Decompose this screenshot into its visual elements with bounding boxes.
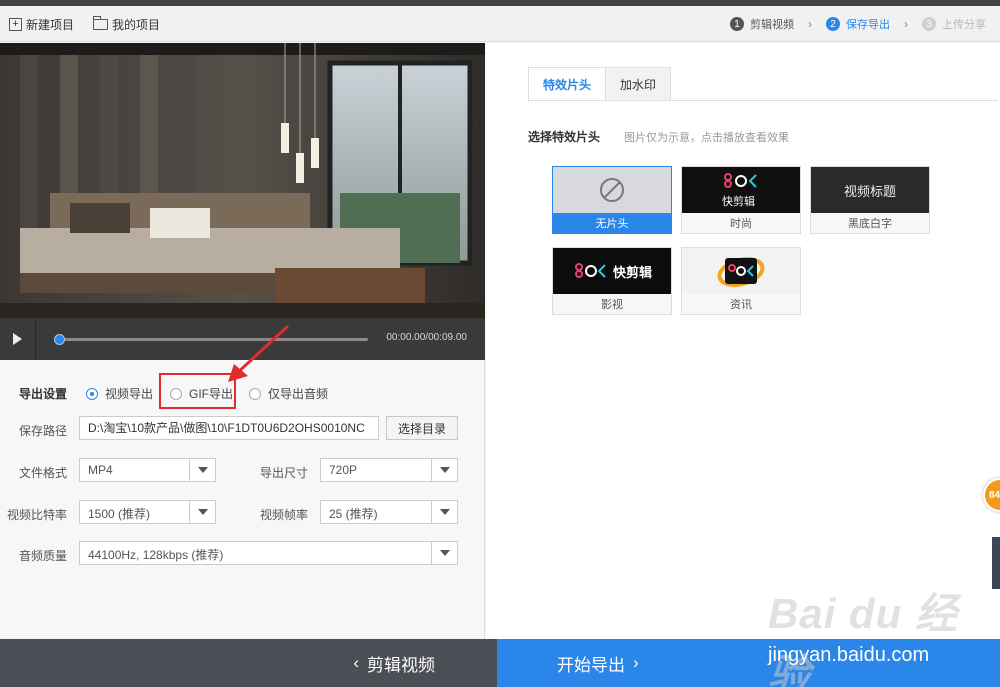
dropdown-arrow-icon [431,459,457,481]
chevron-right-icon: › [808,17,812,31]
folder-icon [93,16,108,30]
plus-icon: + [9,18,22,31]
thumb-title-text: 视频标题 [843,183,896,199]
file-format-select[interactable]: MP4 [79,458,216,482]
step-edit-video[interactable]: 1 剪辑视频 [730,16,794,32]
next-label: 开始导出 [557,655,625,675]
intro-thumb [682,248,800,294]
time-display: 00:00.00/00:09.00 [386,332,467,343]
my-projects-button[interactable]: 我的项目 [93,16,160,33]
tab-bar: 特效片头 加水印 [528,67,672,101]
tab-intro-effects[interactable]: 特效片头 [528,67,607,101]
video-preview [0,43,485,318]
step-upload-share: 3 上传分享 [922,16,986,32]
intro-card-fashion[interactable]: 快剪辑 时尚 [681,166,801,234]
dropdown-arrow-icon [189,501,215,523]
intro-card-film[interactable]: 快剪辑 影视 [552,247,672,315]
intro-caption: 资讯 [682,294,800,314]
save-path-label: 保存路径 [19,424,68,438]
browse-directory-button[interactable]: 选择目录 [386,416,458,440]
play-icon [13,333,22,345]
audio-quality-select[interactable]: 44100Hz, 128kbps (推荐) [79,541,458,565]
kuaijianji-logo-icon [575,263,606,278]
step-number: 3 [922,17,936,31]
seek-handle[interactable] [54,334,65,345]
intro-caption: 无片头 [553,213,671,233]
framerate-select[interactable]: 25 (推荐) [320,500,458,524]
baidu-watermark-logo: Bai du 经验 [768,590,959,687]
intro-card-news[interactable]: 资讯 [681,247,801,315]
intro-caption: 时尚 [682,213,800,233]
top-toolbar: + 新建项目 我的项目 1 剪辑视频 › 2 保存导出 › 3 上传分享 [0,6,1000,42]
export-size-label: 导出尺寸 [260,466,309,480]
intro-card-black-white[interactable]: 视频标题 黑底白字 [810,166,930,234]
chevron-right-icon: › [904,17,908,31]
tab-add-watermark[interactable]: 加水印 [605,67,672,101]
audio-quality-label: 音频质量 [19,549,68,563]
chevron-left-icon: ‹ [353,653,359,672]
export-size-select[interactable]: 720P [320,458,458,482]
no-symbol-icon [600,178,624,202]
bedroom-preview-image [0,43,485,318]
back-to-edit-button[interactable]: ‹ 剪辑视频 [0,639,497,687]
radio-video-export[interactable]: 视频导出 [86,385,153,402]
thumb-logo-text: 快剪辑 [613,265,653,280]
step-number: 1 [730,17,744,31]
section-title: 选择特效片头 [528,130,601,144]
news-logo-icon [717,257,765,287]
step-label: 上传分享 [942,19,986,31]
dropdown-arrow-icon [189,459,215,481]
intro-thumb: 视频标题 [811,167,929,213]
select-value: MP4 [88,463,113,477]
section-hint: 图片仅为示意，点击播放查看效果 [624,132,789,144]
intro-thumb: 快剪辑 [553,248,671,294]
save-path-field[interactable]: D:\淘宝\10款产品\做图\10\F1DT0U6D2OHS0010NC [79,416,379,440]
select-value: 1500 (推荐) [88,507,151,521]
right-panel: 特效片头 加水印 选择特效片头 图片仅为示意，点击播放查看效果 无片头 快剪辑 … [486,43,1000,639]
play-button[interactable] [0,318,36,360]
new-project-label: 新建项目 [26,18,75,32]
select-value: 720P [329,463,358,477]
annotation-arrow-icon [228,324,290,382]
intro-card-none[interactable]: 无片头 [552,166,672,234]
chevron-right-icon: › [633,653,639,672]
radio-label: 视频导出 [105,387,154,401]
bitrate-select[interactable]: 1500 (推荐) [79,500,216,524]
file-format-label: 文件格式 [19,466,68,480]
back-label: 剪辑视频 [367,655,435,675]
step-indicator: 1 剪辑视频 › 2 保存导出 › 3 上传分享 [730,16,986,32]
intro-thumb: 快剪辑 [682,167,800,213]
step-save-export[interactable]: 2 保存导出 [826,16,890,32]
baidu-watermark-url: jingyan.baidu.com [768,644,930,666]
dropdown-arrow-icon [431,501,457,523]
tab-divider [528,100,998,101]
dropdown-arrow-icon [431,542,457,564]
new-project-button[interactable]: + 新建项目 [9,16,74,33]
select-value: 25 (推荐) [329,507,378,521]
my-projects-label: 我的项目 [112,18,161,32]
step-label: 剪辑视频 [750,19,794,31]
framerate-label: 视频帧率 [260,508,309,522]
select-value: 44100Hz, 128kbps (推荐) [88,548,224,562]
bitrate-label: 视频比特率 [7,508,68,522]
intro-caption: 影视 [553,294,671,314]
intro-thumb [553,167,671,213]
intro-caption: 黑底白字 [811,213,929,233]
step-number: 2 [826,17,840,31]
step-label: 保存导出 [846,19,890,31]
radio-dot [86,387,98,400]
export-settings-label: 导出设置 [19,387,68,401]
logo-text: 快剪辑 [722,196,755,208]
